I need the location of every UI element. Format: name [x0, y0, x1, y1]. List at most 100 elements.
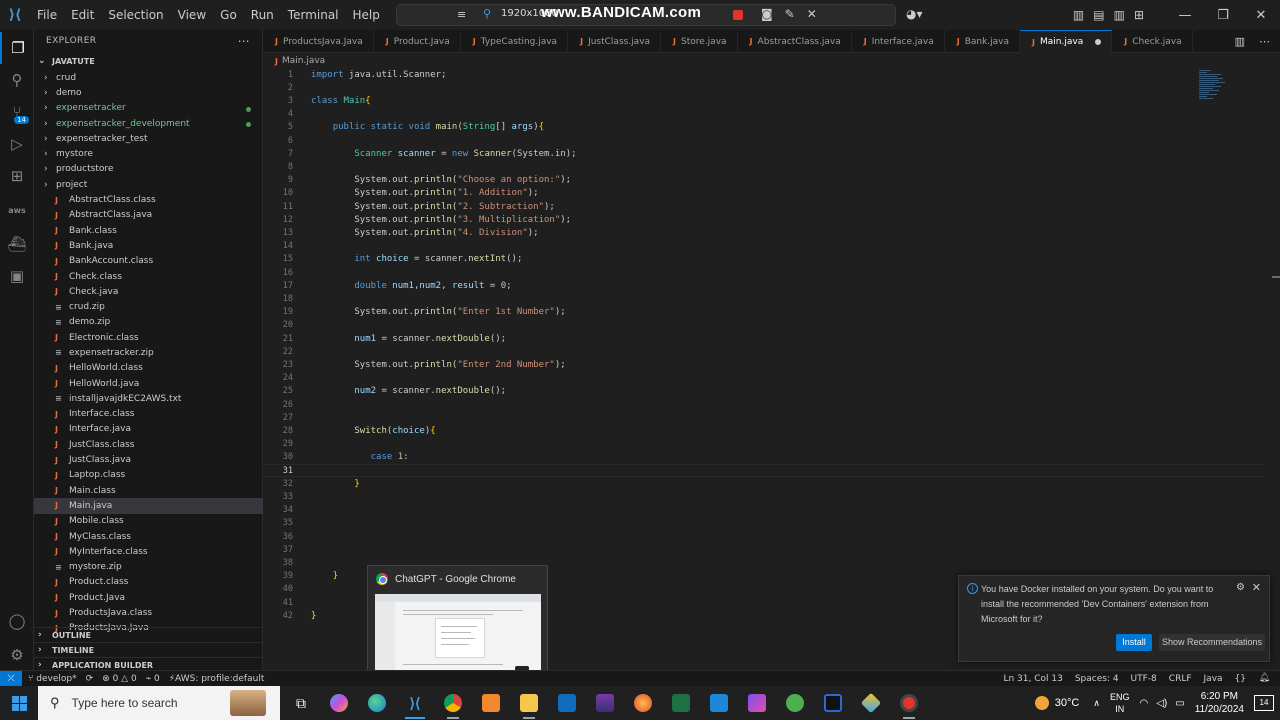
ide-icon[interactable]	[738, 686, 776, 720]
show-hidden-icons-icon[interactable]: ∧	[1093, 698, 1100, 709]
breadcrumb[interactable]: J Main.java	[263, 54, 325, 68]
clock[interactable]: 6:20 PM 11/20/2024	[1195, 690, 1244, 716]
editor-tab[interactable]: J Check.java	[1112, 30, 1193, 53]
tree-folder[interactable]: › demo	[34, 85, 263, 100]
tree-file[interactable]: J AbstractClass.class	[34, 192, 263, 207]
notification-center-icon[interactable]: 14	[1254, 695, 1274, 711]
editor-tab[interactable]: J JustClass.java	[568, 30, 662, 53]
menu-help[interactable]: Help	[346, 0, 387, 30]
tree-folder[interactable]: › project	[34, 177, 263, 192]
tree-file[interactable]: ≡ mystore.zip	[34, 560, 263, 575]
toggle-primary-sidebar-icon[interactable]: ▥	[1073, 8, 1084, 22]
start-button[interactable]	[0, 686, 38, 720]
timeline-section[interactable]: › TIMELINE	[34, 642, 263, 657]
winrar-icon[interactable]	[586, 686, 624, 720]
tree-file[interactable]: ≡ demo.zip	[34, 315, 263, 330]
editor-tab[interactable]: J Interface.java	[852, 30, 945, 53]
notification-close-icon[interactable]: ✕	[1252, 581, 1261, 594]
manage-gear-icon[interactable]: ⚙	[0, 639, 34, 671]
search-icon[interactable]: ⚲	[0, 64, 34, 96]
firefox-icon[interactable]	[624, 686, 662, 720]
taskbar-search[interactable]: ⚲ Type here to search	[38, 686, 280, 720]
copilot-app-icon[interactable]	[320, 686, 358, 720]
sync-icon[interactable]: ⟳	[86, 674, 94, 684]
copilot-icon[interactable]: ◕▾	[906, 7, 923, 21]
extensions-icon[interactable]: ⊞	[0, 160, 34, 192]
tree-file[interactable]: J AbstractClass.java	[34, 208, 263, 223]
install-button[interactable]: Install	[1116, 634, 1152, 651]
tree-folder[interactable]: › expensetracker_test	[34, 131, 263, 146]
close-window-icon[interactable]: ✕	[1242, 8, 1280, 23]
menu-selection[interactable]: Selection	[101, 0, 170, 30]
indentation[interactable]: Spaces: 4	[1075, 674, 1119, 684]
pencil-icon[interactable]: ✎	[785, 7, 795, 21]
tree-file[interactable]: J JustClass.java	[34, 452, 263, 467]
run-debug-icon[interactable]: ▷	[0, 128, 34, 160]
editor-tab[interactable]: J Bank.java	[945, 30, 1021, 53]
menu-go[interactable]: Go	[213, 0, 244, 30]
git-tool-icon[interactable]	[852, 686, 890, 720]
menu-terminal[interactable]: Terminal	[281, 0, 346, 30]
editor-tab[interactable]: J Store.java	[661, 30, 738, 53]
more-actions-icon[interactable]: ⋯	[238, 34, 250, 48]
tree-file[interactable]: J HelloWorld.java	[34, 376, 263, 391]
tree-file[interactable]: J HelloWorld.class	[34, 361, 263, 376]
language-indicator[interactable]: ENG IN	[1110, 691, 1130, 715]
tree-folder[interactable]: › expensetracker_development	[34, 116, 263, 131]
problems-status[interactable]: ⊗ 0 △ 0	[102, 674, 137, 684]
tree-file[interactable]: J Check.class	[34, 269, 263, 284]
tree-file[interactable]: J Laptop.class	[34, 468, 263, 483]
notification-settings-gear-icon[interactable]: ⚙	[1236, 582, 1245, 593]
bandicam-icon[interactable]	[890, 686, 928, 720]
tree-file[interactable]: J Mobile.class	[34, 514, 263, 529]
tree-file[interactable]: J Electronic.class	[34, 330, 263, 345]
ports-status[interactable]: ⌁ 0	[146, 674, 160, 684]
system-icons[interactable]: ◠ ◁) ▭	[1139, 698, 1184, 709]
split-editor-icon[interactable]: ▥	[1235, 35, 1245, 48]
unsaved-dot-icon[interactable]	[1095, 39, 1102, 45]
source-control-icon[interactable]: ⑂ 14	[0, 96, 34, 128]
workspace-header[interactable]: ⌄ JAVATUTE	[34, 52, 262, 70]
excel-icon[interactable]	[662, 686, 700, 720]
menu-run[interactable]: Run	[244, 0, 281, 30]
upwork-icon[interactable]	[776, 686, 814, 720]
editor-tab[interactable]: J ProductsJava.Java	[263, 30, 374, 53]
task-view-icon[interactable]: ⧉	[282, 686, 320, 720]
language-status-icon[interactable]: {}	[1235, 674, 1246, 684]
close-recording-icon[interactable]: ✕	[807, 7, 817, 21]
toggle-secondary-sidebar-icon[interactable]: ▥	[1114, 8, 1125, 22]
remote-indicator-icon[interactable]: ⤫	[0, 670, 22, 687]
tree-folder[interactable]: › mystore	[34, 146, 263, 161]
tree-folder[interactable]: › productstore	[34, 162, 263, 177]
tree-file[interactable]: J MyInterface.class	[34, 544, 263, 559]
vscode-insiders-icon[interactable]	[700, 686, 738, 720]
docker-icon[interactable]: ⛴	[0, 228, 34, 260]
tree-file[interactable]: J Main.java	[34, 498, 263, 514]
aws-icon[interactable]: aws	[0, 194, 34, 226]
cursor-position[interactable]: Ln 31, Col 13	[1003, 674, 1062, 684]
explorer-icon[interactable]: ❐	[0, 32, 34, 64]
editor-tab[interactable]: J AbstractClass.java	[738, 30, 852, 53]
tree-file[interactable]: J Main.class	[34, 483, 263, 498]
weather-widget[interactable]: 30°C	[1034, 696, 1079, 710]
editor-tab[interactable]: J Main.java	[1020, 30, 1113, 53]
editor-tab[interactable]: J Product.Java	[374, 30, 461, 53]
menu-file[interactable]: File	[30, 0, 64, 30]
file-explorer-icon[interactable]	[510, 686, 548, 720]
customize-layout-icon[interactable]: ⊞	[1134, 8, 1144, 22]
encoding[interactable]: UTF-8	[1131, 674, 1157, 684]
sublime-icon[interactable]	[472, 686, 510, 720]
branch-status[interactable]: ⑂ develop*	[28, 674, 77, 684]
tree-file[interactable]: J Bank.java	[34, 238, 263, 253]
line-ending[interactable]: CRLF	[1169, 674, 1192, 684]
tree-file[interactable]: J ProductsJava.class	[34, 605, 263, 620]
language-mode[interactable]: Java	[1204, 674, 1223, 684]
menu-edit[interactable]: Edit	[64, 0, 101, 30]
tree-file[interactable]: J JustClass.class	[34, 437, 263, 452]
chrome-taskbar-icon[interactable]	[434, 686, 472, 720]
command-center[interactable]: ≡ ⚲ 1920x1080 www.BANDICAM.com ◙ ✎ ✕	[396, 4, 896, 26]
tree-file[interactable]: J MyClass.class	[34, 529, 263, 544]
more-editor-actions-icon[interactable]: ⋯	[1259, 35, 1270, 48]
notifications-bell-icon[interactable]: 🔔︎	[1259, 673, 1270, 683]
menu-view[interactable]: View	[171, 0, 213, 30]
